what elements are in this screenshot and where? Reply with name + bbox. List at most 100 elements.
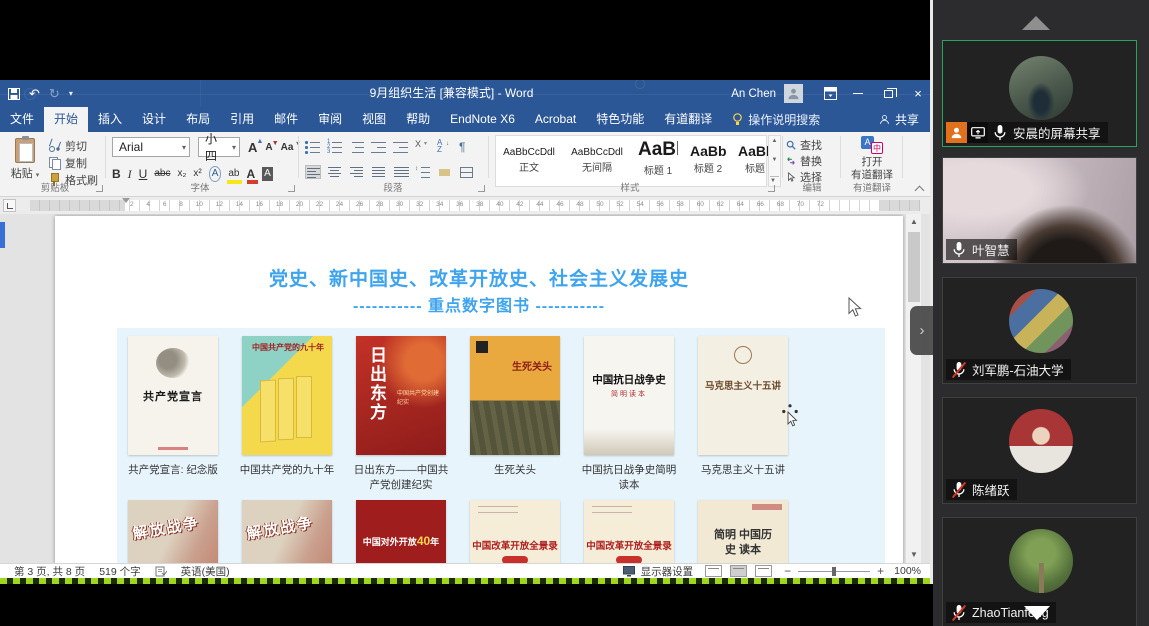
tell-me-box[interactable]: 操作说明搜索 [722, 107, 830, 132]
align-left-icon[interactable] [305, 165, 321, 179]
numbering-icon[interactable]: 123 [327, 140, 343, 154]
replace-button[interactable]: 替换 [786, 153, 838, 169]
word-count[interactable]: 519 个字 [99, 564, 140, 579]
subscript-button[interactable]: x₂ [177, 167, 186, 181]
bold-button[interactable]: B [112, 167, 121, 181]
close-button[interactable]: × [903, 80, 933, 107]
read-mode-button[interactable] [705, 565, 722, 577]
tab-file[interactable]: 文件 [0, 107, 44, 132]
tab-home[interactable]: 开始 [44, 107, 88, 132]
font-color-button[interactable]: A [247, 167, 256, 181]
highlight-color-button[interactable]: ab [228, 167, 239, 181]
panel-collapse-button[interactable]: › [910, 306, 934, 355]
restore-button[interactable] [873, 80, 903, 107]
tab-layout[interactable]: 布局 [176, 107, 220, 132]
share-button[interactable]: 共享 [865, 107, 933, 132]
panel-scroll-up-icon[interactable] [1022, 16, 1050, 30]
strikethrough-button[interactable]: abc [154, 167, 170, 181]
tab-insert[interactable]: 插入 [88, 107, 132, 132]
align-right-icon[interactable] [349, 165, 365, 179]
indent-marker[interactable] [122, 198, 130, 203]
style-heading1[interactable]: AaBb 标题 1 [632, 136, 684, 186]
shrink-font-button[interactable]: A▼ [265, 142, 272, 153]
web-layout-button[interactable] [755, 565, 772, 577]
print-layout-button[interactable] [730, 565, 747, 577]
line-spacing-icon[interactable]: ↕ [415, 165, 431, 179]
tab-review[interactable]: 审阅 [308, 107, 352, 132]
font-size-select[interactable]: 小四▾ [198, 137, 240, 157]
zoom-slider-thumb[interactable] [832, 567, 836, 576]
tab-youdao[interactable]: 有道翻译 [654, 107, 722, 132]
document-scrollbar[interactable]: ▲ ▼ [905, 214, 921, 563]
tab-references[interactable]: 引用 [220, 107, 264, 132]
qat-customize-icon[interactable]: ▾ [69, 90, 73, 98]
style-no-spacing[interactable]: AaBbCcDdl 无间隔 [562, 136, 632, 186]
decrease-indent-icon[interactable] [371, 140, 387, 154]
cut-button[interactable]: 剪切 [48, 137, 98, 154]
clipboard-dialog-launcher[interactable] [96, 185, 103, 192]
document-page[interactable]: 党史、新中国史、改革开放史、社会主义发展史 ----------- 重点数字图书… [55, 216, 903, 563]
increase-indent-icon[interactable] [393, 140, 409, 154]
youdao-open-button[interactable]: A中 打开有道翻译 [845, 136, 899, 182]
participant-tile[interactable]: 刘军鹏-石油大学 [942, 277, 1137, 384]
account-name[interactable]: An Chen [731, 88, 776, 100]
account-avatar[interactable] [784, 84, 803, 103]
save-icon[interactable] [8, 88, 20, 100]
grow-font-button[interactable]: A▲ [248, 140, 257, 155]
bullets-icon[interactable] [305, 140, 321, 154]
superscript-button[interactable]: x² [193, 167, 201, 181]
panel-scroll-down-icon[interactable] [1024, 606, 1050, 620]
style-heading2[interactable]: AaBbC 标题 2 [684, 136, 732, 186]
participant-tile-video[interactable]: 叶智慧 [942, 157, 1137, 264]
tab-acrobat[interactable]: Acrobat [525, 107, 586, 132]
borders-icon[interactable] [459, 165, 475, 179]
font-dialog-launcher[interactable] [288, 185, 295, 192]
display-settings-button[interactable]: 显示器设置 [623, 564, 694, 579]
participant-tile[interactable]: 陈绪跃 [942, 397, 1137, 504]
participant-tile-presenter[interactable]: 安晨的屏幕共享 [942, 40, 1137, 147]
tab-stop-selector[interactable] [3, 199, 16, 212]
justify-icon[interactable] [371, 165, 387, 179]
collapse-ribbon-icon[interactable] [915, 186, 925, 192]
underline-button[interactable]: U [139, 167, 148, 181]
scrollbar-up-icon[interactable]: ▲ [906, 214, 922, 230]
scrollbar-thumb[interactable] [908, 232, 920, 302]
align-center-icon[interactable] [327, 165, 343, 179]
tab-special-features[interactable]: 特色功能 [586, 107, 654, 132]
language-indicator[interactable]: 英语(美国) [181, 564, 230, 579]
zoom-percentage[interactable]: 100% [894, 565, 921, 577]
tab-view[interactable]: 视图 [352, 107, 396, 132]
tab-endnote[interactable]: EndNote X6 [440, 107, 525, 132]
find-button[interactable]: 查找 [786, 137, 838, 153]
tab-mailings[interactable]: 邮件 [264, 107, 308, 132]
tab-design[interactable]: 设计 [132, 107, 176, 132]
document-area[interactable]: 党史、新中国史、改革开放史、社会主义发展史 ----------- 重点数字图书… [0, 214, 933, 563]
zoom-in-icon[interactable]: + [877, 566, 884, 576]
character-shading-button[interactable]: A [262, 167, 273, 181]
zoom-out-icon[interactable]: − [784, 566, 791, 576]
minimize-button[interactable] [843, 80, 873, 107]
paragraph-dialog-launcher[interactable] [478, 185, 485, 192]
asian-layout-icon[interactable]: X▾ [415, 140, 431, 154]
page-indicator[interactable]: 第 3 页, 共 8 页 [14, 564, 85, 579]
style-normal[interactable]: AaBbCcDdl 正文 [496, 136, 562, 186]
copy-button[interactable]: 复制 [48, 154, 98, 171]
shading-icon[interactable] [437, 165, 453, 179]
horizontal-ruler[interactable]: 2 4 6 8 10 12 14 16 18 20 22 24 26 28 30… [30, 200, 920, 211]
font-family-select[interactable]: Arial▾ [112, 137, 190, 157]
styles-scroll-up-icon[interactable]: ▲ [772, 138, 778, 144]
zoom-slider[interactable] [798, 571, 870, 572]
multilevel-list-icon[interactable] [349, 140, 365, 154]
proofing-status-icon[interactable] [155, 566, 167, 577]
sort-icon[interactable]: AZ↓ [437, 140, 453, 154]
show-marks-icon[interactable]: ¶ [459, 140, 465, 154]
redo-icon[interactable]: ↻ [49, 87, 60, 100]
undo-icon[interactable]: ↶ [29, 87, 40, 100]
styles-scroll-down-icon[interactable]: ▼ [772, 157, 778, 163]
change-case-button[interactable]: Aa▾ [281, 142, 294, 153]
ribbon-display-options-icon[interactable] [817, 80, 843, 107]
scrollbar-down-icon[interactable]: ▼ [906, 547, 922, 563]
tab-help[interactable]: 帮助 [396, 107, 440, 132]
distribute-icon[interactable] [393, 165, 409, 179]
italic-button[interactable]: I [128, 167, 132, 181]
